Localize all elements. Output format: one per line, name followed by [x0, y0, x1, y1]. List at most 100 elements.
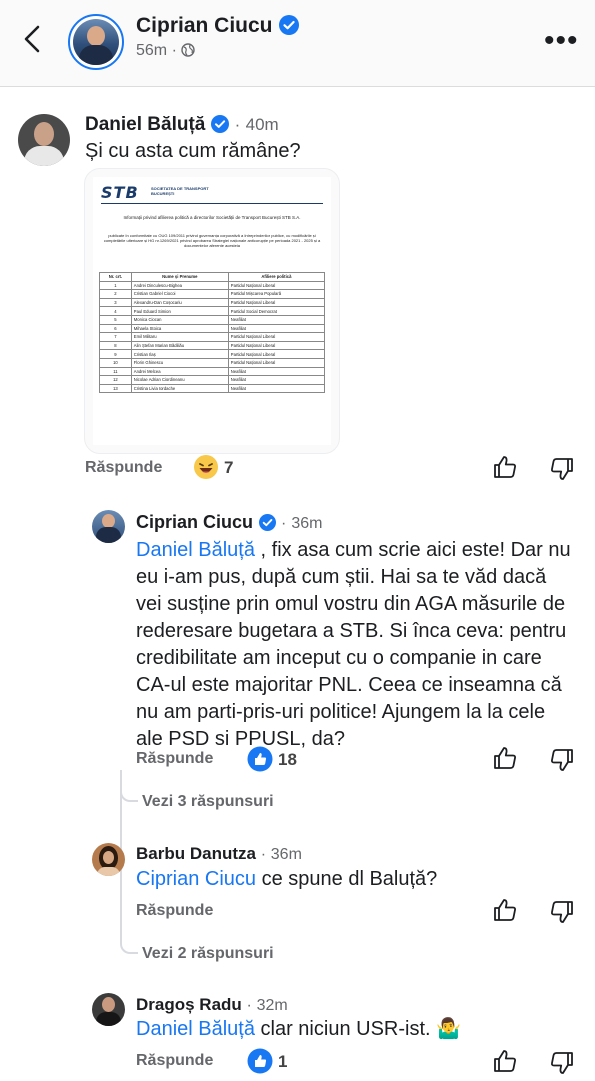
table-cell: Cristina Livia Iordache — [130, 383, 229, 394]
table-row: 12 Nicolae Adrian Ciordineanu Neafiliat — [99, 375, 326, 385]
logo-divider — [101, 203, 323, 204]
commenter-avatar[interactable] — [92, 993, 125, 1026]
document-title: Informații privind afilierea politică a … — [123, 215, 301, 220]
table-row: 6 Mihaela Stoica Neafiliat — [99, 323, 326, 334]
table-cell: 5 — [99, 314, 132, 325]
like-reaction-icon — [247, 1048, 273, 1079]
table-header-row: Nr. crt. Nume și Prenume Afiliere politică — [99, 272, 326, 282]
comment-header: Barbu Danutza · 36m — [136, 844, 302, 864]
comment-body: , fix asa cum scrie aici este! Dar nu eu… — [136, 539, 571, 750]
post-time: 56m — [136, 42, 168, 59]
table-row: 9 Cristian Ilaș Partidul Național Liberal — [99, 349, 326, 359]
dislike-icon[interactable] — [549, 899, 575, 930]
meta-separator: · — [246, 997, 252, 1014]
table-cell: 4 — [99, 306, 132, 316]
reaction-count[interactable]: 1 — [278, 1052, 287, 1072]
comment-text: Daniel Băluță clar niciun USR-ist. 🤷‍♂️ — [136, 1016, 461, 1043]
table-cell: 10 — [99, 357, 132, 368]
table-cell: 8 — [99, 340, 132, 351]
comment-time: 40m — [245, 115, 279, 134]
table-cell: Alexandru-Dan Coșocariu — [130, 297, 229, 308]
reply-button[interactable]: Răspunde — [136, 1052, 213, 1070]
like-icon[interactable] — [492, 745, 518, 776]
commenter-avatar[interactable] — [18, 114, 70, 166]
table-cell: Emil Militaru — [130, 332, 229, 342]
table-cell: Paul Eduard Simion — [130, 306, 229, 316]
reaction-count[interactable]: 7 — [224, 458, 233, 478]
table-row: 8 Alin Ștefan Marian Bădiliău Partidul Naț… — [99, 340, 326, 351]
table-cell: 6 — [99, 323, 132, 334]
comment-header: Daniel Băluță · 40m — [85, 114, 279, 139]
author-avatar[interactable] — [68, 14, 124, 70]
mention-link[interactable]: Daniel Băluță — [136, 1018, 255, 1040]
meta-separator: · — [234, 115, 241, 134]
thread-branch — [120, 938, 138, 954]
comment-time: 36m — [291, 515, 323, 532]
stb-logo-subtitle: SOCIETATEA DE TRANSPORT BUCUREȘTI — [151, 186, 209, 196]
comment-author-name[interactable]: Ciprian Ciucu — [136, 512, 253, 532]
like-reaction-icon — [247, 746, 273, 777]
like-icon[interactable] — [492, 454, 518, 485]
commenter-avatar[interactable] — [92, 510, 125, 543]
globe-icon — [181, 43, 196, 62]
comment-author-name[interactable]: Dragoș Radu — [136, 995, 242, 1014]
table-cell: Monica Ciocan — [130, 314, 229, 325]
comment-text: Și cu asta cum rămâne? — [85, 140, 301, 162]
table-cell: 1 — [99, 280, 132, 291]
comment-text: Daniel Băluță , fix asa cum scrie aici e… — [136, 537, 576, 753]
table-row: 1 Andrei Dinculescu-Bighea Partidul Națion… — [99, 280, 326, 291]
table-cell: Alin Ștefan Marian Bădiliău — [130, 340, 229, 351]
dislike-icon[interactable] — [549, 456, 575, 487]
table-body: 1 Andrei Dinculescu-Bighea Partidul Națion… — [99, 280, 326, 394]
laughing-emoji-icon — [193, 454, 219, 485]
mention-link[interactable]: Daniel Băluță — [136, 539, 255, 561]
table-cell: 12 — [99, 375, 132, 385]
reaction-count[interactable]: 18 — [278, 750, 297, 770]
reply-button[interactable]: Răspunde — [85, 459, 162, 477]
table-row: 2 Cristian Gabriel Ciocoi Partidul Mișcare… — [99, 289, 326, 299]
table-cell: Florin Ghinescu — [130, 357, 229, 368]
comment-author-name[interactable]: Daniel Băluță — [85, 114, 205, 135]
comment-text: Ciprian Ciucu ce spune dl Baluță? — [136, 866, 437, 893]
mention-link[interactable]: Ciprian Ciucu — [136, 868, 256, 890]
table-cell: 13 — [99, 383, 132, 394]
table-cell: Mihaela Stoica — [130, 323, 229, 334]
post-author-name-text[interactable]: Ciprian Ciucu — [136, 14, 273, 37]
table-header-cell: Nume și Prenume — [130, 272, 229, 282]
post-author-name[interactable]: Ciprian Ciucu — [136, 14, 299, 41]
table-cell: Andrei Melcea — [130, 366, 229, 377]
commenter-avatar[interactable] — [92, 843, 125, 876]
reply-button[interactable]: Răspunde — [136, 902, 213, 920]
back-arrow-icon[interactable] — [18, 24, 48, 54]
like-icon[interactable] — [492, 1048, 518, 1079]
table-row: 4 Paul Eduard Simion Partidul Social Democ… — [99, 306, 326, 316]
comment-author-name[interactable]: Barbu Danutza — [136, 844, 256, 863]
table-cell: 7 — [99, 332, 132, 342]
meta-separator: · — [260, 846, 267, 863]
table-cell: Cristian Ilaș — [130, 349, 229, 359]
table-cell: Partidul Național Liberal — [227, 357, 326, 368]
dislike-icon[interactable] — [549, 747, 575, 778]
document-page: STB SOCIETATEA DE TRANSPORT BUCUREȘTI In… — [93, 177, 331, 445]
like-icon[interactable] — [492, 897, 518, 928]
comment-body: clar niciun USR-ist. 🤷‍♂️ — [254, 1018, 462, 1040]
reply-button[interactable]: Răspunde — [136, 750, 213, 768]
comment-attachment-image[interactable]: STB SOCIETATEA DE TRANSPORT BUCUREȘTI In… — [84, 168, 340, 454]
table-header-cell: Nr. crt. — [99, 272, 132, 282]
comment-header: Dragoș Radu · 32m — [136, 995, 288, 1015]
thread-branch — [120, 786, 138, 802]
verified-badge-icon — [259, 514, 277, 536]
table-cell: Andrei Dinculescu-Bighea — [130, 280, 229, 291]
dislike-icon[interactable] — [549, 1050, 575, 1081]
table-cell: Partidul Social Democrat — [227, 306, 326, 316]
comment-body: ce spune dl Baluță? — [256, 868, 438, 890]
view-replies-button[interactable]: Vezi 3 răspunsuri — [142, 793, 274, 811]
table-cell: Neafiliat — [227, 375, 326, 385]
table-cell: Neafiliat — [227, 314, 326, 325]
table-cell: 11 — [99, 366, 132, 377]
table-cell: Partidul Mișcarea Populară — [227, 289, 326, 299]
meta-separator: · — [281, 515, 287, 532]
more-options-icon[interactable]: ••• — [544, 26, 579, 56]
view-replies-button[interactable]: Vezi 2 răspunsuri — [142, 945, 274, 963]
table-cell: 9 — [99, 349, 132, 359]
